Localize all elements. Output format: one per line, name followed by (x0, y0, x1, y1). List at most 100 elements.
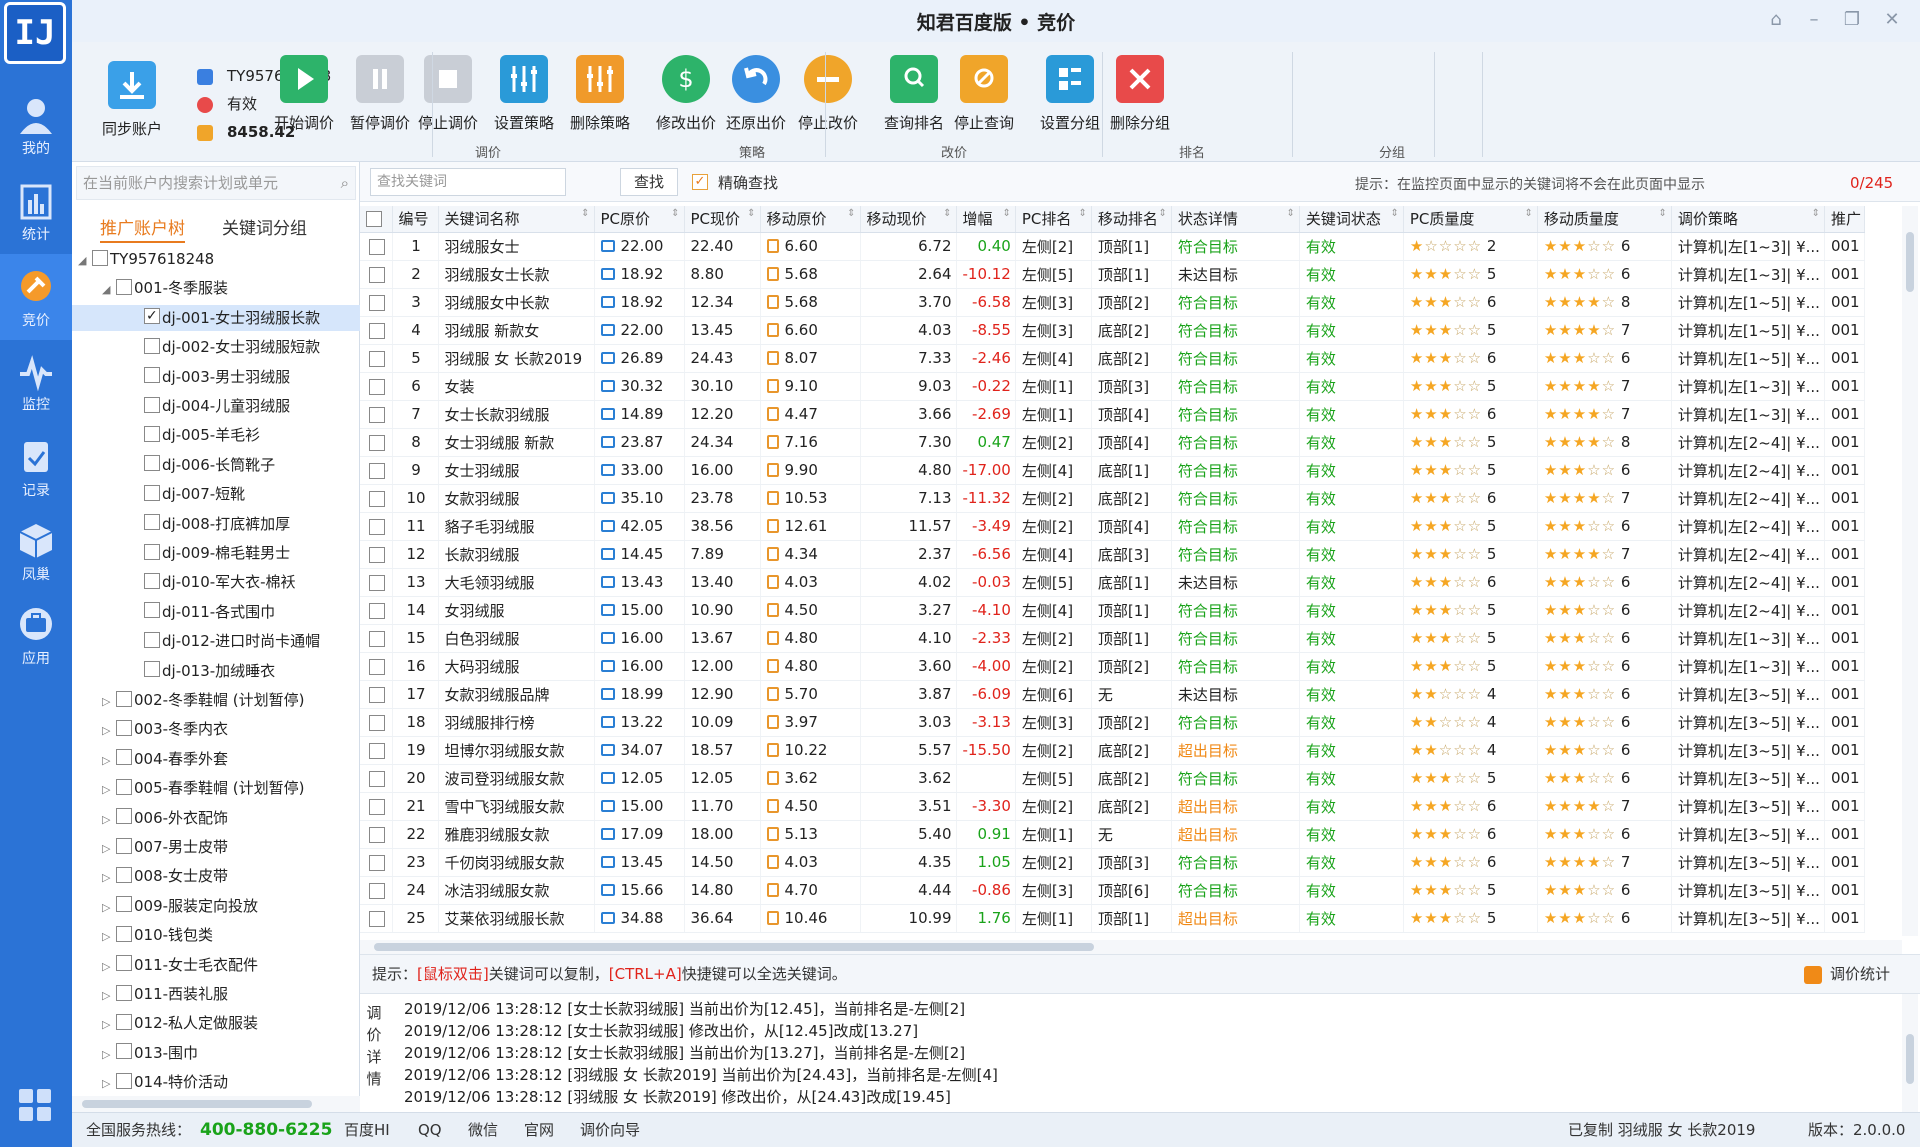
column-header[interactable]: 编号 (392, 206, 439, 233)
table-row[interactable]: 11 貉子毛羽绒服 42.05 38.56 12.61 11.57 -3.49 … (360, 512, 1865, 541)
cell-keyword[interactable]: 艾莱依羽绒服长款 (438, 904, 595, 933)
row-checkbox[interactable] (360, 316, 393, 345)
column-header[interactable]: 调价策略 ⇕ (1671, 206, 1825, 233)
tree-checkbox[interactable] (116, 955, 132, 972)
column-header[interactable]: PC排名 ⇕ (1015, 206, 1092, 233)
tree-checkbox[interactable] (144, 337, 160, 354)
row-checkbox[interactable] (360, 820, 393, 849)
column-header[interactable]: PC质量度 ⇕ (1403, 206, 1538, 233)
cell-keyword[interactable]: 女士羽绒服 (438, 456, 595, 485)
tree-checkbox[interactable] (144, 455, 160, 472)
cell-keyword[interactable]: 女装 (438, 372, 595, 401)
tree-plan[interactable]: ▷ 002-冬季鞋帽 (计划暂停) (72, 687, 360, 713)
expand-toggle-icon[interactable]: ▷ (102, 748, 116, 774)
tree-horizontal-scrollbar[interactable] (72, 1096, 360, 1112)
tree-checkbox[interactable] (144, 543, 160, 560)
cell-keyword[interactable]: 女款羽绒服 (438, 484, 595, 513)
row-checkbox[interactable] (360, 456, 393, 485)
table-row[interactable]: 15 白色羽绒服 16.00 13.67 4.80 4.10 -2.33 左侧[… (360, 624, 1865, 653)
toolbar-button-4[interactable]: 删除策略 (560, 54, 640, 133)
tree-checkbox[interactable] (116, 1013, 132, 1030)
cell-keyword[interactable]: 冰洁羽绒服女款 (438, 876, 595, 905)
log-scrollbar[interactable] (1902, 994, 1918, 1112)
column-header[interactable]: 移动原价 ⇕ (760, 206, 861, 233)
tree-plan[interactable]: ▷ 004-春季外套 (72, 746, 360, 772)
expand-toggle-icon[interactable]: ▷ (102, 1071, 116, 1096)
table-row[interactable]: 17 女款羽绒服品牌 18.99 12.90 5.70 3.87 -6.09 左… (360, 680, 1865, 709)
table-row[interactable]: 25 艾莱依羽绒服长款 34.88 36.64 10.46 10.99 1.76… (360, 904, 1865, 933)
cell-keyword[interactable]: 大毛领羽绒服 (438, 568, 595, 597)
cell-keyword[interactable]: 女士长款羽绒服 (438, 400, 595, 429)
cell-keyword[interactable]: 白色羽绒服 (438, 624, 595, 653)
tree-checkbox[interactable] (116, 1043, 132, 1060)
column-header[interactable]: 增幅 ⇕ (956, 206, 1016, 233)
maximize-icon[interactable]: ❐ (1838, 6, 1866, 34)
tree-checkbox[interactable] (116, 749, 132, 766)
row-checkbox[interactable] (360, 484, 393, 513)
nav-user[interactable]: 我的 (0, 82, 72, 168)
tree-checkbox[interactable] (116, 866, 132, 883)
cell-keyword[interactable]: 羽绒服女士长款 (438, 260, 595, 289)
table-row[interactable]: 14 女羽绒服 15.00 10.90 4.50 3.27 -4.10 左侧[4… (360, 596, 1865, 625)
tree-unit[interactable]: dj-008-打底裤加厚 (72, 511, 360, 537)
table-row[interactable]: 4 羽绒服 新款女 22.00 13.45 6.60 4.03 -8.55 左侧… (360, 316, 1865, 345)
tree-plan[interactable]: ◢ 001-冬季服装 (72, 275, 360, 301)
tree-checkbox[interactable] (116, 719, 132, 736)
row-checkbox[interactable] (360, 904, 393, 933)
table-horizontal-scrollbar[interactable] (360, 940, 1902, 954)
row-checkbox[interactable] (360, 848, 393, 877)
tree-checkbox[interactable] (116, 837, 132, 854)
row-checkbox[interactable] (360, 708, 393, 737)
expand-toggle-icon[interactable]: ▷ (102, 924, 116, 950)
column-header[interactable]: 关键词状态 ⇕ (1299, 206, 1404, 233)
table-row[interactable]: 24 冰洁羽绒服女款 15.66 14.80 4.70 4.44 -0.86 左… (360, 876, 1865, 905)
nav-clipboard-check[interactable]: 记录 (0, 424, 72, 510)
tab-account-tree[interactable]: 推广账户树 (100, 214, 185, 243)
tree-search-input[interactable]: 在当前账户内搜索计划或单元 ⌕ (76, 166, 356, 200)
cell-keyword[interactable]: 雅鹿羽绒服女款 (438, 820, 595, 849)
table-row[interactable]: 8 女士羽绒服 新款 23.87 24.34 7.16 7.30 0.47 左侧… (360, 428, 1865, 457)
row-checkbox[interactable] (360, 568, 393, 597)
table-row[interactable]: 21 雪中飞羽绒服女款 15.00 11.70 4.50 3.51 -3.30 … (360, 792, 1865, 821)
tree-unit[interactable]: dj-011-各式围巾 (72, 599, 360, 625)
close-icon[interactable]: ✕ (1878, 6, 1906, 34)
cell-keyword[interactable]: 女款羽绒服品牌 (438, 680, 595, 709)
cell-keyword[interactable]: 羽绒服女士 (438, 232, 595, 261)
expand-toggle-icon[interactable]: ▷ (102, 954, 116, 980)
tree-plan[interactable]: ▷ 005-春季鞋帽 (计划暂停) (72, 775, 360, 801)
tree-unit[interactable]: dj-002-女士羽绒服短款 (72, 334, 360, 360)
tree-checkbox[interactable] (144, 514, 160, 531)
row-checkbox[interactable] (360, 372, 393, 401)
row-checkbox[interactable] (360, 428, 393, 457)
link-wechat[interactable]: 微信 (468, 1113, 498, 1147)
toolbar-button-8[interactable]: 查询排名 (874, 54, 954, 133)
tree-checkbox[interactable] (116, 278, 132, 295)
table-row[interactable]: 12 长款羽绒服 14.45 7.89 4.34 2.37 -6.56 左侧[4… (360, 540, 1865, 569)
tree-plan[interactable]: ▷ 012-私人定做服装 (72, 1010, 360, 1036)
expand-toggle-icon[interactable]: ▷ (102, 807, 116, 833)
row-checkbox[interactable] (360, 512, 393, 541)
row-checkbox[interactable] (360, 260, 393, 289)
cell-keyword[interactable]: 波司登羽绒服女款 (438, 764, 595, 793)
row-checkbox[interactable] (360, 680, 393, 709)
column-header[interactable]: 移动现价 ⇕ (860, 206, 957, 233)
table-row[interactable]: 20 波司登羽绒服女款 12.05 12.05 3.62 3.62 左侧[5] … (360, 764, 1865, 793)
row-checkbox[interactable] (360, 764, 393, 793)
row-checkbox[interactable] (360, 400, 393, 429)
expand-toggle-icon[interactable]: ▷ (102, 865, 116, 891)
toolbar-button-6[interactable]: 还原出价 (716, 54, 796, 133)
tree-checkbox[interactable] (116, 690, 132, 707)
tree-checkbox[interactable] (144, 303, 160, 329)
cell-keyword[interactable]: 长款羽绒服 (438, 540, 595, 569)
expand-toggle-icon[interactable]: ▷ (102, 1042, 116, 1068)
tree-unit[interactable]: dj-007-短靴 (72, 481, 360, 507)
column-header[interactable]: PC现价 ⇕ (684, 206, 761, 233)
column-header[interactable]: 状态详情 ⇕ (1171, 206, 1300, 233)
tree-checkbox[interactable] (144, 484, 160, 501)
expand-toggle-icon[interactable]: ▷ (102, 836, 116, 862)
minimize-icon[interactable]: – (1800, 6, 1828, 34)
table-row[interactable]: 18 羽绒服排行榜 13.22 10.09 3.97 3.03 -3.13 左侧… (360, 708, 1865, 737)
table-row[interactable]: 1 羽绒服女士 22.00 22.40 6.60 6.72 0.40 左侧[2]… (360, 232, 1865, 261)
nav-hammer[interactable]: 竞价 (0, 254, 72, 340)
tree-checkbox[interactable] (144, 425, 160, 442)
